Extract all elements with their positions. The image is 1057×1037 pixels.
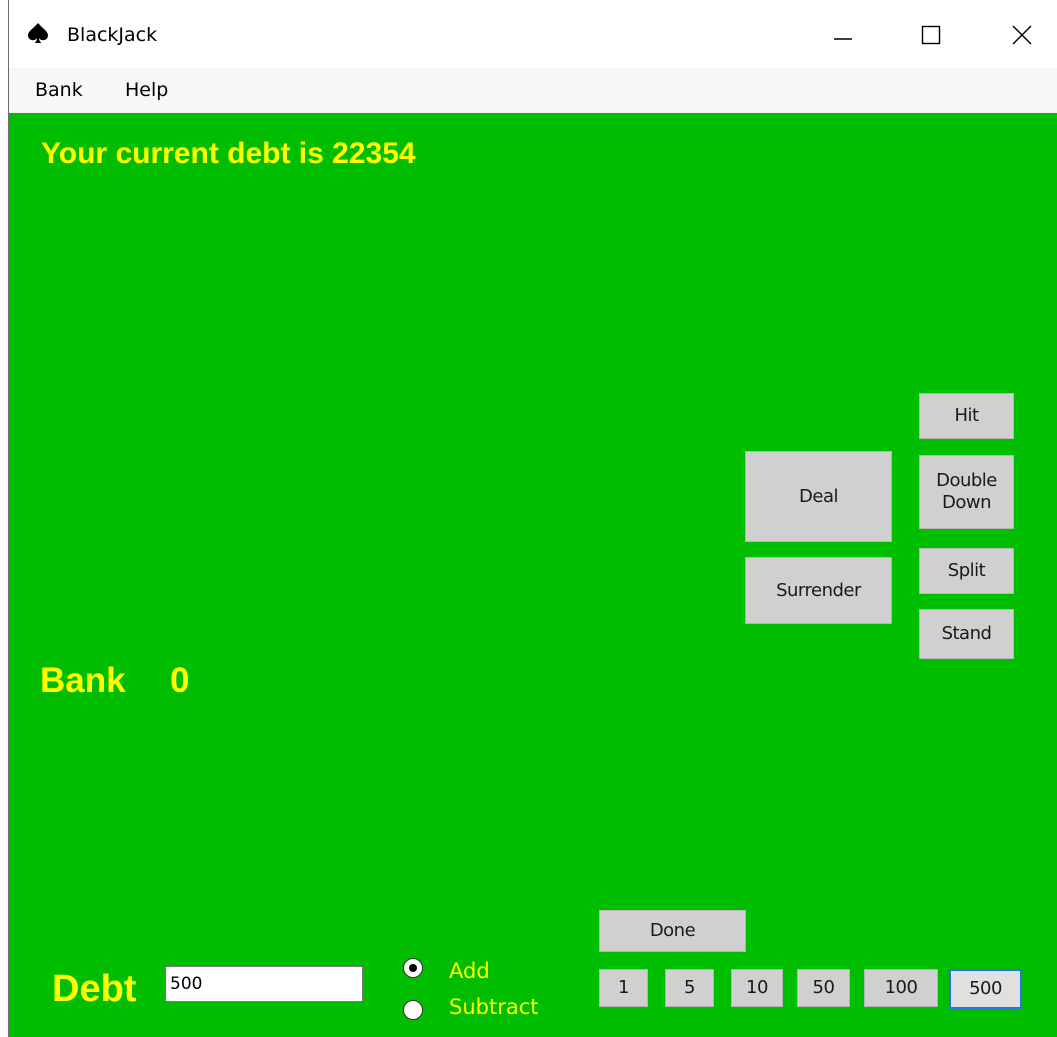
amount-button-5[interactable]: 5 — [665, 969, 714, 1007]
bank-value: 0 — [170, 661, 190, 700]
amount-button-10[interactable]: 10 — [731, 969, 783, 1007]
subtract-radio-label[interactable]: Subtract — [449, 995, 539, 1019]
spade-icon — [27, 22, 49, 44]
debt-message: Your current debt is 22354 — [41, 137, 416, 170]
menu-bar: Bank Help — [9, 68, 1057, 113]
minimize-button[interactable] — [808, 10, 878, 60]
game-table: Your current debt is 22354 Hit Deal Doub… — [9, 113, 1057, 1037]
stand-button[interactable]: Stand — [919, 609, 1014, 659]
debt-amount-input[interactable] — [165, 966, 363, 1002]
close-button[interactable] — [987, 10, 1057, 60]
double-down-button[interactable]: Double Down — [919, 455, 1014, 529]
window-title: BlackJack — [67, 24, 158, 46]
title-bar[interactable]: BlackJack — [9, 0, 1057, 68]
deal-button[interactable]: Deal — [745, 451, 892, 542]
bank-label: Bank — [40, 661, 126, 700]
subtract-radio[interactable] — [403, 1000, 423, 1020]
amount-button-1[interactable]: 1 — [599, 969, 648, 1007]
add-radio[interactable] — [403, 958, 423, 978]
menu-help[interactable]: Help — [125, 79, 168, 101]
surrender-button[interactable]: Surrender — [745, 557, 892, 624]
maximize-icon — [921, 25, 941, 45]
radio-selected-dot — [409, 964, 417, 972]
minimize-icon — [834, 38, 852, 40]
menu-bank[interactable]: Bank — [35, 79, 83, 101]
amount-button-50[interactable]: 50 — [797, 969, 850, 1007]
split-button[interactable]: Split — [919, 548, 1014, 594]
debt-label: Debt — [52, 968, 137, 1010]
blackjack-window: BlackJack Bank Help Your current debt is… — [8, 0, 1057, 1037]
amount-button-100[interactable]: 100 — [864, 969, 938, 1007]
close-icon — [1012, 25, 1032, 45]
hit-button[interactable]: Hit — [919, 393, 1014, 439]
done-button[interactable]: Done — [599, 910, 746, 952]
add-radio-label[interactable]: Add — [449, 959, 490, 983]
maximize-button[interactable] — [896, 10, 966, 60]
amount-button-500[interactable]: 500 — [949, 969, 1022, 1009]
